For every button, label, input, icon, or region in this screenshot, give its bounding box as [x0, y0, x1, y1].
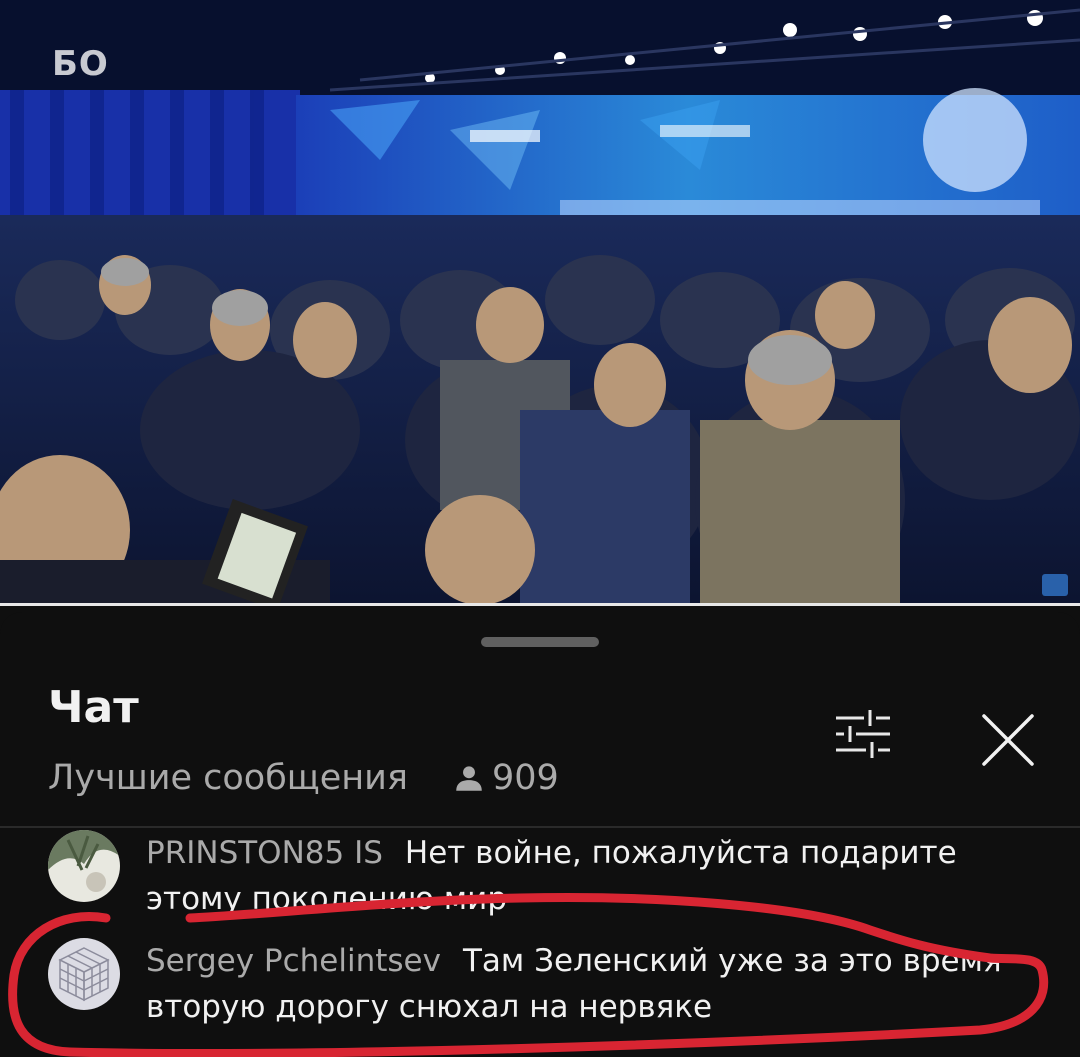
- video-progress-bar[interactable]: [0, 603, 1080, 606]
- tune-icon: [836, 710, 890, 758]
- chat-panel: Чат Лучшие сообщения 909 PRINSTON85 IS Н…: [0, 612, 1080, 1057]
- viewer-count: 909: [452, 758, 559, 798]
- person-icon: [456, 766, 482, 791]
- drag-handle[interactable]: [481, 637, 599, 647]
- chat-header-divider: [0, 826, 1080, 828]
- chat-filter-button[interactable]: [830, 704, 896, 764]
- video-progress-fill: [0, 603, 1080, 606]
- chat-message-text: PRINSTON85 IS Нет войне, пожалуйста подар…: [146, 830, 1046, 922]
- avatar-photo-icon: [48, 830, 120, 902]
- message-author[interactable]: Sergey Pchelintsev: [146, 943, 441, 979]
- close-icon: [982, 714, 1034, 766]
- video-frame: [0, 0, 1080, 606]
- chat-message-text: Sergey Pchelintsev Там Зеленский уже за э…: [146, 938, 1046, 1030]
- chat-title: Чат: [48, 682, 139, 733]
- avatar[interactable]: [48, 938, 120, 1010]
- viewer-count-value: 909: [491, 758, 559, 798]
- channel-watermark: БО: [52, 44, 109, 84]
- avatar-cube-icon: [48, 938, 120, 1010]
- avatar[interactable]: [48, 830, 120, 902]
- video-player[interactable]: БО: [0, 0, 1080, 606]
- chat-close-button[interactable]: [972, 704, 1044, 776]
- message-author[interactable]: PRINSTON85 IS: [146, 835, 383, 871]
- broadcaster-logo-icon: [1042, 574, 1068, 596]
- chat-mode-label: Лучшие сообщения: [48, 758, 408, 798]
- chat-mode-selector[interactable]: Лучшие сообщения 909: [48, 758, 559, 798]
